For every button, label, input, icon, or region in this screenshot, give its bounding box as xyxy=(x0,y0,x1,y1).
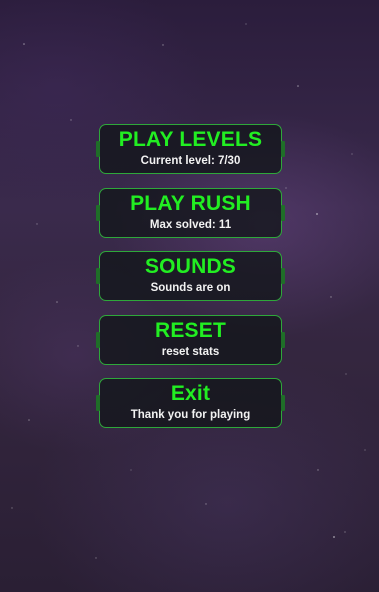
play-rush-title: PLAY RUSH xyxy=(130,191,251,215)
exit-message-text: Thank you for playing xyxy=(130,409,251,421)
exit-button[interactable]: Exit Thank you for playing xyxy=(96,378,285,428)
reset-button[interactable]: RESET reset stats xyxy=(96,314,285,365)
play-levels-button[interactable]: PLAY LEVELS Current level: 7/30 xyxy=(96,124,285,174)
max-solved-text: Max solved: 11 xyxy=(149,218,232,231)
play-levels-title: PLAY LEVELS xyxy=(118,128,263,151)
main-menu: PLAY LEVELS Current level: 7/30 PLAY RUS… xyxy=(96,124,285,442)
play-rush-button[interactable]: PLAY RUSH Max solved: 11 xyxy=(96,187,285,238)
reset-title: RESET xyxy=(154,318,226,342)
sounds-status-text: Sounds are on xyxy=(150,282,231,294)
exit-title: Exit xyxy=(170,382,211,405)
current-level-text: Current level: 7/30 xyxy=(140,155,241,167)
reset-stats-text: reset stats xyxy=(161,345,220,358)
sounds-button[interactable]: SOUNDS Sounds are on xyxy=(96,251,285,301)
sounds-title: SOUNDS xyxy=(144,255,237,278)
